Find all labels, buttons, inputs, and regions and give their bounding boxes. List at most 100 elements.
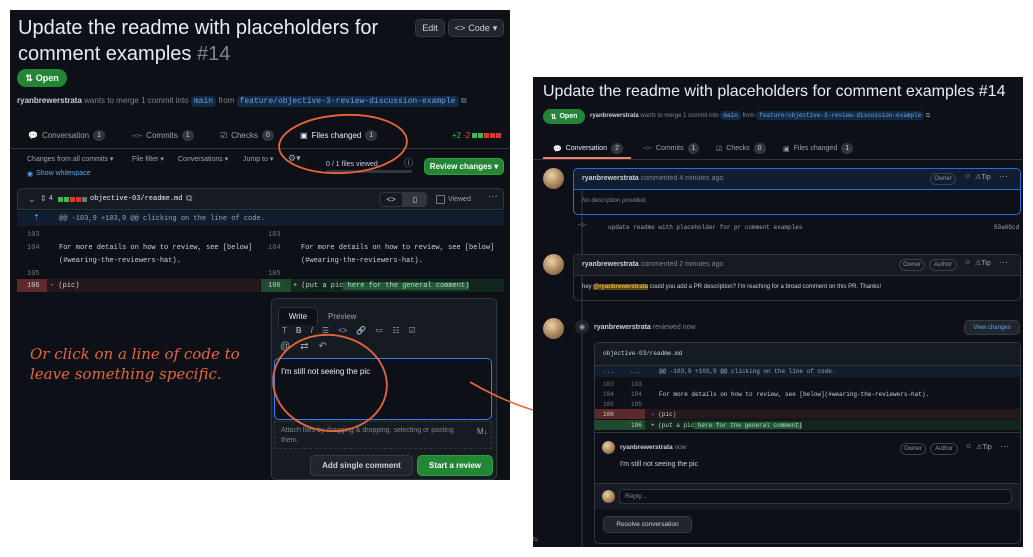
task-list-icon[interactable]: ☑	[409, 326, 416, 335]
line-number[interactable]: 103	[27, 231, 40, 239]
tip-icon[interactable]: ⚠Tip	[975, 173, 991, 181]
jump-to-dropdown[interactable]: Jump to ▾	[243, 155, 273, 163]
view-source-icon[interactable]: <>	[379, 192, 403, 207]
changes-from-dropdown[interactable]: Changes from all commits ▾	[27, 155, 113, 163]
tip-icon[interactable]: ⚠Tip	[975, 259, 991, 267]
avatar[interactable]	[543, 254, 564, 275]
tab-conversation[interactable]: 💬 Conversation 1	[28, 130, 106, 141]
expand-up-icon[interactable]: ⇡	[33, 213, 40, 222]
review-meta[interactable]: reviewed now	[653, 324, 696, 331]
inline-comment-author[interactable]: ryanbrewerstrata	[620, 444, 673, 451]
collapse-chevron-icon[interactable]: ⌄	[28, 194, 36, 205]
pull-request-icon: ⇅	[25, 72, 33, 83]
view-changes-button[interactable]: View changes	[964, 320, 1020, 335]
comment-meta[interactable]: commented 4 minutes ago	[641, 175, 724, 182]
reply-row: Reply...	[595, 483, 1020, 510]
code-line[interactable]: (#wearing-the-reviewers-hat).	[301, 257, 423, 265]
comment-author[interactable]: ryanbrewerstrata	[582, 261, 639, 268]
inline-comment-meta[interactable]: now	[675, 444, 687, 451]
comment-author[interactable]: ryanbrewerstrata	[582, 175, 639, 182]
commit-node-icon: -○-	[578, 222, 587, 229]
tab-checks[interactable]: ☑ Checks 0	[716, 143, 766, 154]
reaction-icon[interactable]: ☺	[964, 259, 971, 266]
code-line[interactable]: For more details on how to review, see […	[59, 244, 252, 252]
review-changes-button[interactable]: Review changes ▾	[424, 158, 504, 175]
review-changes-label: Review changes	[429, 162, 492, 171]
tab-commits[interactable]: -○- Commits 1	[132, 130, 194, 141]
comment-meta[interactable]: commented 2 minutes ago	[641, 261, 724, 268]
tab-count: 1	[841, 143, 854, 154]
reaction-icon[interactable]: ☺	[965, 443, 972, 450]
file-path[interactable]: objective-03/readme.md	[90, 195, 182, 203]
code-line: For more details on how to review, see […	[659, 391, 930, 398]
commit-sha[interactable]: 59a6Gcd	[994, 224, 1019, 231]
base-branch[interactable]: main	[190, 96, 217, 107]
viewed-checkbox[interactable]: Viewed	[436, 195, 471, 204]
user-mention[interactable]: @ryanbrewerstrata	[593, 284, 648, 290]
copy-icon[interactable]: ⧉	[926, 113, 930, 119]
reply-input[interactable]: Reply...	[619, 489, 1012, 504]
tab-files-changed[interactable]: ▣ Files changed 1	[783, 143, 854, 154]
checks-icon: ☑	[716, 145, 723, 153]
inline-comment-author-line: ryanbrewerstrata now	[620, 444, 687, 451]
tip-icon[interactable]: ⚠Tip	[976, 443, 992, 451]
kebab-menu-icon[interactable]: ···	[999, 171, 1008, 181]
avatar[interactable]	[543, 318, 564, 339]
added-code-line[interactable]: + (put a pic here for the general commen…	[293, 282, 470, 290]
head-branch[interactable]: feature/objective-3-review-discussion-ex…	[236, 96, 459, 107]
review-author[interactable]: ryanbrewerstrata	[594, 324, 651, 331]
review-file-path[interactable]: objective-03/readme.md	[603, 350, 682, 357]
file-filter-dropdown[interactable]: File filter ▾	[132, 155, 164, 163]
base-branch[interactable]: main	[720, 111, 741, 120]
code-line[interactable]: For more details on how to review, see […	[301, 244, 494, 252]
show-whitespace-link[interactable]: ◉ Show whitespace	[27, 170, 91, 178]
copy-icon[interactable]: ⧉	[461, 96, 467, 105]
jump-to-label: Jump to	[243, 156, 268, 163]
commit-message[interactable]: update readme with placeholder for pr co…	[608, 224, 802, 231]
copy-path-icon[interactable]: ⧉	[186, 193, 192, 204]
merge-summary: ryanbrewerstrata wants to merge 1 commit…	[590, 111, 930, 120]
code-button[interactable]: <> Code ▾	[448, 19, 504, 37]
view-file-icon[interactable]: ▯	[403, 192, 427, 207]
add-single-comment-button[interactable]: Add single comment	[310, 455, 413, 476]
reply-placeholder: Reply...	[625, 493, 647, 500]
kebab-menu-icon[interactable]: ···	[488, 191, 498, 202]
tab-checks[interactable]: ☑ Checks 0	[220, 130, 274, 141]
author-link[interactable]: ryanbrewerstrata	[17, 96, 82, 105]
line-number: 104	[603, 391, 614, 398]
line-number[interactable]: 105	[268, 270, 281, 278]
reaction-icon[interactable]: ☺	[964, 173, 971, 180]
review-hunk-header: ... ... @@ -103,9 +103,9 @@ clicking on …	[595, 366, 1020, 377]
line-number[interactable]: 106	[268, 282, 281, 290]
avatar[interactable]	[543, 168, 564, 189]
kebab-menu-icon[interactable]: ···	[999, 257, 1008, 267]
tab-count: 1	[687, 143, 700, 154]
owner-badge: Owner	[899, 259, 925, 271]
kebab-menu-icon[interactable]: ···	[1000, 441, 1009, 451]
code-line[interactable]: (#wearing-the-reviewers-hat).	[59, 257, 181, 265]
removed-code-line[interactable]: - (pic)	[50, 282, 79, 290]
resolve-conversation-button[interactable]: Resolve conversation	[603, 516, 692, 533]
avatar[interactable]	[602, 441, 615, 454]
line-number[interactable]: 106	[27, 282, 40, 290]
expand-icon[interactable]: ⇕	[40, 194, 47, 203]
hunk-ellipsis[interactable]: ...	[630, 368, 641, 375]
hunk-header: ⇡ @@ -103,9 +103,9 @@ clicking on the li…	[17, 211, 504, 226]
role-badge: Owner	[930, 173, 956, 185]
line-number[interactable]: 105	[27, 270, 40, 278]
conversations-dropdown[interactable]: Conversations ▾	[178, 155, 228, 163]
line-number[interactable]: 103	[268, 231, 281, 239]
hunk-text: @@ -103,9 +103,9 @@ clicking on the line…	[659, 368, 836, 375]
line-number[interactable]: 104	[27, 244, 40, 252]
head-branch[interactable]: feature/objective-3-review-discussion-ex…	[756, 111, 925, 120]
tab-commits[interactable]: -○- Commits 1	[643, 143, 700, 154]
write-tab[interactable]: Write	[278, 307, 318, 325]
tab-conversation[interactable]: 💬 Conversation 2	[553, 143, 623, 154]
author-link[interactable]: ryanbrewerstrata	[590, 113, 639, 119]
edit-button[interactable]: Edit	[415, 19, 445, 37]
hunk-ellipsis[interactable]: ...	[603, 368, 614, 375]
start-review-button[interactable]: Start a review	[417, 455, 493, 476]
line-number[interactable]: 104	[268, 244, 281, 252]
preview-tab[interactable]: Preview	[328, 312, 356, 321]
review-file-header: objective-03/readme.md	[595, 343, 1020, 366]
